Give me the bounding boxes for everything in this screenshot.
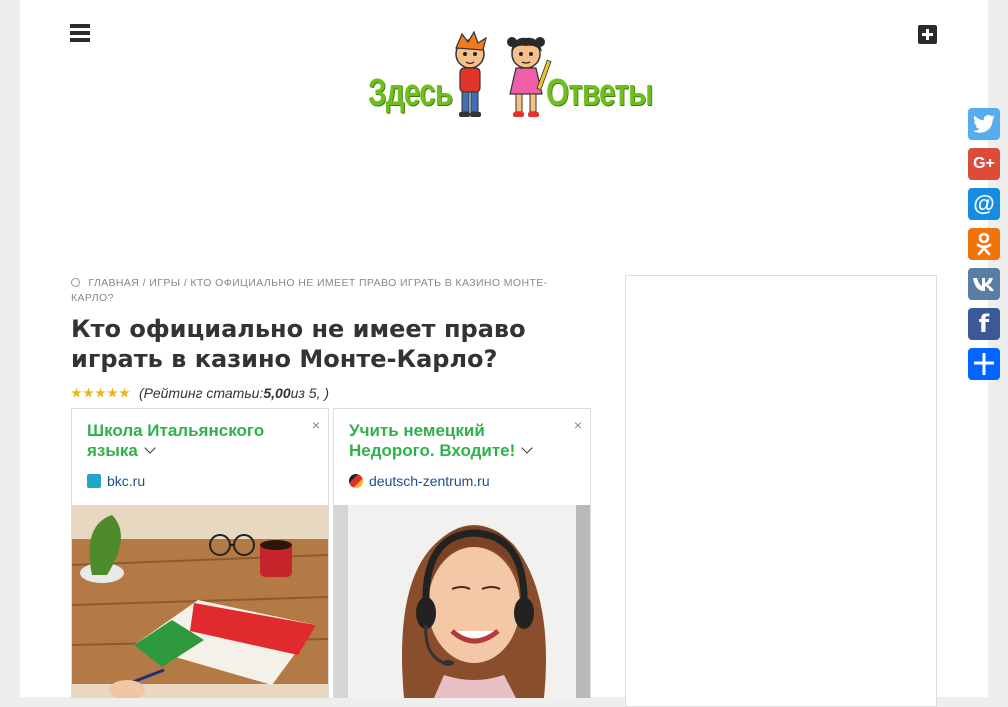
breadcrumb: Главная / Игры / Кто официально не имеет… xyxy=(71,276,561,306)
ad-image-woman-headset[interactable] xyxy=(334,505,590,698)
sidebar-ad-placeholder xyxy=(625,275,937,707)
ad-title-text[interactable]: Школа Итальянского языка xyxy=(87,421,264,460)
ad-domain-text[interactable]: bkc.ru xyxy=(107,473,145,489)
close-icon[interactable]: × xyxy=(312,417,320,433)
menu-icon[interactable] xyxy=(70,24,90,42)
share-more-button[interactable] xyxy=(968,348,1000,380)
ad-image-italian-flag-notebook[interactable] xyxy=(72,505,328,698)
star-icon[interactable] xyxy=(95,387,106,398)
share-twitter-button[interactable] xyxy=(968,108,1000,140)
vk-icon xyxy=(973,278,994,291)
rating-label: Рейтинг статьи: xyxy=(143,385,264,401)
rating-value: 5,00 xyxy=(263,385,291,401)
ad-domain[interactable]: bkc.ru xyxy=(87,473,145,489)
odnoklassniki-icon xyxy=(976,232,992,256)
plus-square-icon[interactable] xyxy=(918,25,937,44)
share-googleplus-button[interactable]: G+ xyxy=(968,148,1000,180)
mail-icon: @ xyxy=(973,191,995,216)
page-container: Здесь Ответы Главная / Игры / Кто официа… xyxy=(20,0,988,707)
rating-suffix: из 5, ) xyxy=(290,385,330,401)
google-plus-icon: G+ xyxy=(973,155,995,172)
star-icon[interactable] xyxy=(119,387,130,398)
facebook-icon: f xyxy=(978,310,990,338)
close-icon[interactable]: × xyxy=(574,417,582,433)
ad-domain-text[interactable]: deutsch-zentrum.ru xyxy=(369,473,490,489)
breadcrumb-category[interactable]: Игры xyxy=(149,277,180,289)
breadcrumb-separator: / xyxy=(183,277,188,289)
share-bar: G+ @ f xyxy=(968,108,1000,388)
ad-block-german-courses[interactable]: Учить немецкий Недорого. Входите! × deut… xyxy=(333,408,591,698)
ad-title-text[interactable]: Учить немецкий Недорого. Входите! xyxy=(349,421,515,460)
breadcrumb-separator: / xyxy=(142,277,146,289)
chevron-down-icon[interactable] xyxy=(144,442,156,454)
star-icon[interactable] xyxy=(83,387,94,398)
ad-title[interactable]: Школа Итальянского языка xyxy=(87,421,297,461)
ad-block-italian-school[interactable]: Школа Итальянского языка × bkc.ru xyxy=(71,408,329,698)
twitter-icon xyxy=(973,114,995,133)
site-logo[interactable]: Здесь Ответы xyxy=(366,30,653,122)
share-odnoklassniki-button[interactable] xyxy=(968,228,1000,260)
bkc-favicon-icon xyxy=(87,474,101,488)
share-mail-button[interactable]: @ xyxy=(968,188,1000,220)
clock-icon xyxy=(71,278,80,287)
article-rating: ( Рейтинг статьи: 5,00 из 5, ) xyxy=(71,385,329,401)
ad-title[interactable]: Учить немецкий Недорого. Входите! xyxy=(349,421,559,461)
share-facebook-button[interactable]: f xyxy=(968,308,1000,340)
rating-stars[interactable] xyxy=(71,387,131,399)
star-icon[interactable] xyxy=(71,387,82,398)
share-vk-button[interactable] xyxy=(968,268,1000,300)
chevron-down-icon[interactable] xyxy=(521,442,533,454)
ad-domain[interactable]: deutsch-zentrum.ru xyxy=(349,473,490,489)
logo-text-left: Здесь xyxy=(368,72,453,114)
star-icon[interactable] xyxy=(107,387,118,398)
deutsch-zentrum-favicon-icon xyxy=(349,474,363,488)
page-title: Кто официально не имеет право играть в к… xyxy=(71,315,526,373)
logo-text-right: Ответы xyxy=(546,72,653,114)
share-icon xyxy=(974,353,994,375)
breadcrumb-home[interactable]: Главная xyxy=(88,277,139,289)
